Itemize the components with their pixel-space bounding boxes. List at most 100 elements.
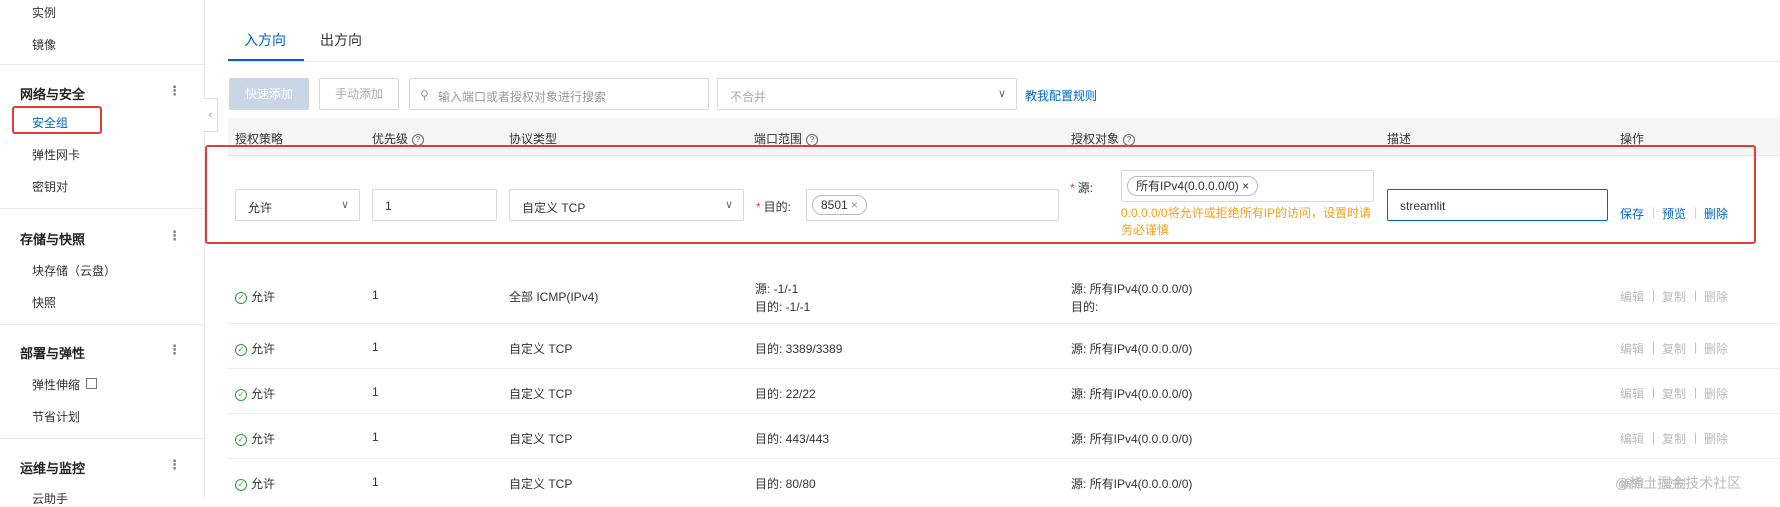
protocol-select[interactable]: 自定义 TCP ∨ (509, 189, 744, 221)
policy-text: 允许 (251, 342, 276, 356)
action-separator: | (1652, 430, 1656, 444)
sidebar-item-eni[interactable]: 弹性网卡 (32, 146, 80, 163)
action-separator: | (1694, 288, 1698, 302)
sidebar-item-snapshot[interactable]: 快照 (32, 294, 56, 311)
chevron-down-icon: ∨ (997, 88, 1006, 100)
protocol-cell: 自定义 TCP (509, 342, 573, 356)
sidebar-group-network[interactable]: 网络与安全 (20, 84, 85, 103)
target-cell: 源: 所有IPv4(0.0.0.0/0) (1071, 387, 1193, 401)
table-row: ✓ 允许 1 全部 ICMP(IPv4) 源: -1/-1 目的: -1/-1 源… (228, 268, 1780, 324)
check-circle-icon: ✓ (235, 291, 247, 304)
sidebar-item-autoscaling[interactable]: 弹性伸缩 (32, 376, 98, 393)
port-tag-text: 8501 (821, 198, 848, 212)
action-separator: | (1694, 430, 1698, 444)
priority-cell: 1 (372, 475, 379, 489)
help-config-link[interactable]: 教我配置规则 (1025, 87, 1097, 104)
edit-link[interactable]: 编辑 (1620, 385, 1644, 402)
sidebar-item-block-storage[interactable]: 块存储（云盘） (32, 262, 116, 279)
sidebar: 实例 镜像 网络与安全 ⋮ 安全组 弹性网卡 密钥对 存储与快照 ⋮ 块存储（云… (0, 0, 205, 506)
priority-cell: 1 (372, 288, 379, 302)
target-cell: 源: 所有IPv4(0.0.0.0/0) (1071, 282, 1193, 296)
copy-link[interactable]: 复制 (1662, 340, 1686, 357)
description-value: streamlit (1400, 199, 1446, 213)
sidebar-group-ops[interactable]: 运维与监控 (20, 458, 85, 477)
source-input[interactable]: 所有IPv4(0.0.0.0/0) × (1121, 170, 1374, 202)
sidebar-item-savings-plan[interactable]: 节省计划 (32, 408, 80, 425)
port-cell: 目的: 22/22 (755, 387, 816, 401)
check-circle-icon: ✓ (235, 388, 247, 401)
delete-link[interactable]: 删除 (1704, 385, 1728, 402)
sidebar-divider (0, 324, 204, 325)
port-cell: 源: -1/-1 (755, 282, 799, 296)
more-icon[interactable]: ⋮ (168, 457, 181, 473)
search-icon: ⚲ (420, 88, 429, 102)
copy-link[interactable]: 复制 (1662, 430, 1686, 447)
source-tag[interactable]: 所有IPv4(0.0.0.0/0) × (1127, 176, 1259, 196)
edit-link[interactable]: 编辑 (1620, 288, 1644, 305)
delete-link[interactable]: 删除 (1704, 340, 1728, 357)
header-label: 端口范围 (754, 132, 803, 146)
check-circle-icon: ✓ (235, 343, 247, 356)
tab-inbound[interactable]: 入方向 (244, 30, 286, 50)
save-link[interactable]: 保存 (1620, 205, 1644, 222)
action-separator: | (1694, 205, 1698, 219)
chevron-down-icon: ∨ (340, 199, 349, 211)
preview-link[interactable]: 预览 (1662, 205, 1686, 222)
target-cell: 源: 所有IPv4(0.0.0.0/0) (1071, 342, 1193, 356)
port-cell-secondary: 目的: -1/-1 (755, 300, 811, 314)
target-cell-secondary: 目的: (1071, 300, 1099, 314)
close-icon[interactable]: × (1242, 179, 1249, 193)
watermark: @稀土掘金技术社区 (1615, 475, 1742, 491)
port-tag[interactable]: 8501 × (812, 195, 868, 215)
priority-input[interactable]: 1 (372, 189, 497, 221)
check-circle-icon: ✓ (235, 433, 247, 446)
search-input[interactable]: ⚲ 输入端口或者授权对象进行搜索 (409, 78, 709, 110)
protocol-cell: 自定义 TCP (509, 477, 573, 491)
quick-add-button[interactable]: 快速添加 (229, 78, 309, 110)
copy-link[interactable]: 复制 (1662, 385, 1686, 402)
edit-link[interactable]: 编辑 (1620, 340, 1644, 357)
tab-outbound[interactable]: 出方向 (320, 30, 362, 50)
search-placeholder: 输入端口或者授权对象进行搜索 (438, 90, 607, 104)
active-tab-indicator (228, 59, 304, 61)
policy-text: 允许 (251, 290, 276, 304)
copy-link[interactable]: 复制 (1662, 288, 1686, 305)
sidebar-item-images[interactable]: 镜像 (32, 36, 56, 53)
manual-add-button[interactable]: 手动添加 (319, 78, 399, 110)
close-icon[interactable]: × (851, 198, 858, 212)
action-separator: | (1694, 340, 1698, 354)
port-cell: 目的: 80/80 (755, 477, 816, 491)
policy-cell: ✓ 允许 (235, 475, 275, 492)
sidebar-item-keypair[interactable]: 密钥对 (32, 178, 68, 195)
delete-link[interactable]: 删除 (1704, 288, 1728, 305)
more-icon[interactable]: ⋮ (168, 83, 181, 99)
table-row: ✓ 允许 1 自定义 TCP 目的: 80/80 源: 所有IPv4(0.0.0.… (228, 459, 1780, 498)
policy-select[interactable]: 允许 ∨ (235, 189, 360, 221)
priority-cell: 1 (372, 385, 379, 399)
delete-link[interactable]: 删除 (1704, 430, 1728, 447)
more-icon[interactable]: ⋮ (168, 228, 181, 244)
priority-value: 1 (385, 199, 392, 213)
sidebar-item-security-group[interactable]: 安全组 (32, 114, 68, 131)
port-input[interactable]: 8501 × (806, 189, 1059, 221)
port-cell: 目的: 3389/3389 (755, 342, 843, 356)
source-tag-text: 所有IPv4(0.0.0.0/0) (1136, 179, 1239, 193)
action-separator: | (1652, 385, 1656, 399)
protocol-value: 自定义 TCP (522, 201, 586, 215)
policy-text: 允许 (251, 477, 276, 491)
sidebar-group-deploy[interactable]: 部署与弹性 (20, 343, 85, 362)
sidebar-group-storage[interactable]: 存储与快照 (20, 229, 85, 248)
sidebar-divider (0, 208, 204, 209)
policy-cell: ✓ 允许 (235, 385, 275, 402)
collapse-sidebar-icon[interactable]: ‹ (204, 98, 218, 132)
priority-cell: 1 (372, 340, 379, 354)
merge-select[interactable]: 不合并 ∨ (717, 78, 1017, 110)
check-circle-icon: ✓ (235, 478, 247, 491)
sidebar-item-cloud-assistant[interactable]: 云助手 (32, 490, 68, 507)
delete-link[interactable]: 删除 (1704, 205, 1728, 222)
edit-link[interactable]: 编辑 (1620, 430, 1644, 447)
policy-text: 允许 (251, 432, 276, 446)
sidebar-item-instances[interactable]: 实例 (32, 4, 56, 21)
more-icon[interactable]: ⋮ (168, 342, 181, 358)
description-input[interactable]: streamlit (1387, 189, 1608, 221)
